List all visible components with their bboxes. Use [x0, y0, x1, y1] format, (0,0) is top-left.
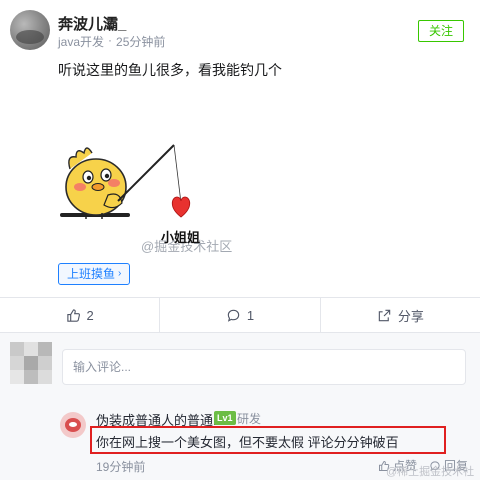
commenter-role: 研发: [237, 412, 262, 426]
share-button[interactable]: 分享: [319, 298, 480, 332]
commenter-avatar[interactable]: [60, 412, 86, 438]
current-user-avatar: [10, 342, 52, 384]
post-time: 25分钟前: [116, 35, 166, 49]
topic-tag-label: 上班摸鱼: [67, 267, 116, 281]
post-meta: java开发 · 25分钟前: [58, 33, 165, 50]
share-icon: [378, 309, 391, 321]
post-actions: 2 1 分享: [0, 298, 480, 332]
comment-count: 1: [246, 307, 255, 323]
image-caption: 小姐姐: [161, 230, 201, 245]
topic-tag[interactable]: 上班摸鱼 ›: [58, 263, 131, 285]
chevron-right-icon: ›: [118, 268, 122, 279]
fishing-rod-icon: [117, 144, 175, 202]
level-badge: Lv1: [214, 411, 236, 425]
author-avatar[interactable]: [10, 10, 50, 50]
author-name[interactable]: 奔波儿灞_: [58, 13, 126, 34]
page-watermark: @稀土掘金技术社区: [386, 466, 475, 478]
post-text: 听说这里的鱼儿很多，看我能钓几个: [58, 62, 282, 78]
comment-time: 19分钟前: [96, 460, 146, 474]
comment-icon: [227, 309, 240, 322]
author-role: java开发: [58, 35, 105, 49]
like-button[interactable]: 2: [0, 298, 159, 332]
meta-separator: ·: [108, 33, 113, 47]
thumbs-up-icon: [66, 308, 80, 322]
like-count: 2: [86, 307, 94, 323]
comment-button[interactable]: 1: [159, 298, 319, 332]
comment-input[interactable]: [62, 349, 466, 385]
heart-icon: [171, 196, 191, 218]
follow-button[interactable]: 关注: [418, 20, 464, 42]
share-label: 分享: [397, 308, 424, 324]
comment-text: 你在网上搜一个美女图，但不要太假 评论分分钟破百: [96, 435, 399, 450]
